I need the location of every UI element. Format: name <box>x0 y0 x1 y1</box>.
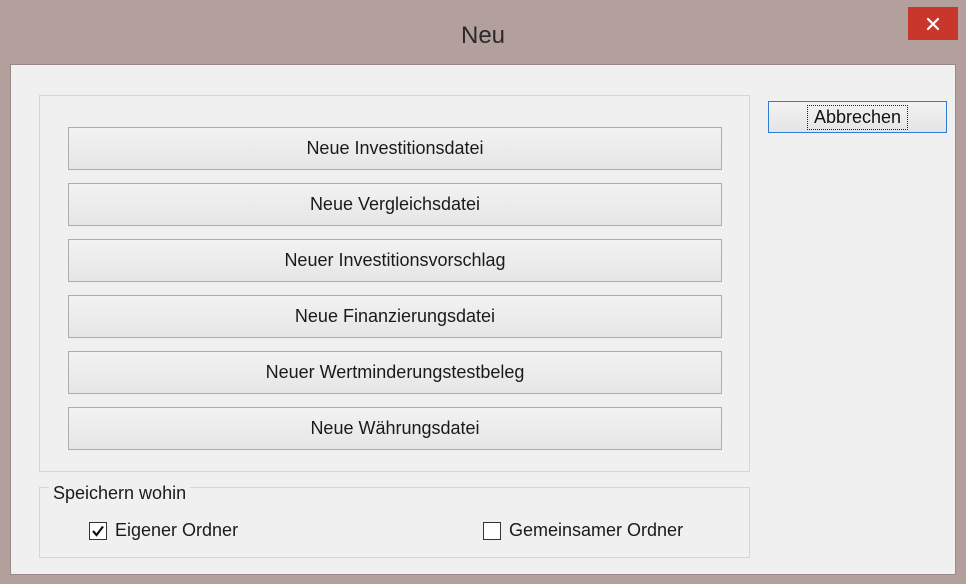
dialog-body: Neue Investitionsdatei Neue Vergleichsda… <box>10 64 956 575</box>
cancel-button-label: Abbrechen <box>806 104 909 130</box>
shared-folder-checkbox[interactable]: Gemeinsamer Ordner <box>483 520 683 541</box>
checkbox-label: Gemeinsamer Ordner <box>509 520 684 540</box>
cancel-button[interactable]: Abbrechen <box>768 101 947 133</box>
own-folder-checkbox[interactable]: Eigener Ordner <box>89 520 238 541</box>
close-icon <box>926 17 940 30</box>
checkmark-icon <box>92 525 104 537</box>
checkbox-label: Eigener Ordner <box>115 520 239 540</box>
save-location-label: Speichern wohin <box>49 483 191 504</box>
new-comparison-file-button[interactable]: Neue Vergleichsdatei <box>68 183 722 226</box>
button-label: Neuer Wertminderungstestbeleg <box>265 362 525 382</box>
button-label: Neue Finanzierungsdatei <box>294 306 496 326</box>
new-impairment-test-button[interactable]: Neuer Wertminderungstestbeleg <box>68 351 722 394</box>
new-financing-file-button[interactable]: Neue Finanzierungsdatei <box>68 295 722 338</box>
checkbox-box[interactable] <box>483 521 501 540</box>
window-title: Neu <box>460 22 506 49</box>
new-file-group: Neue Investitionsdatei Neue Vergleichsda… <box>39 95 750 472</box>
dialog-window: Neu Neue Investitionsdatei Neue Vergleic… <box>0 0 966 584</box>
new-investment-file-button[interactable]: Neue Investitionsdatei <box>68 127 722 170</box>
button-label: Neue Währungsdatei <box>310 418 480 438</box>
checkbox-box[interactable] <box>89 521 107 540</box>
button-label: Neue Investitionsdatei <box>306 138 484 158</box>
button-label: Neue Vergleichsdatei <box>309 194 481 214</box>
button-label: Neuer Investitionsvorschlag <box>284 250 506 270</box>
close-button[interactable] <box>908 7 958 40</box>
new-currency-file-button[interactable]: Neue Währungsdatei <box>68 407 722 450</box>
new-investment-proposal-button[interactable]: Neuer Investitionsvorschlag <box>68 239 722 282</box>
